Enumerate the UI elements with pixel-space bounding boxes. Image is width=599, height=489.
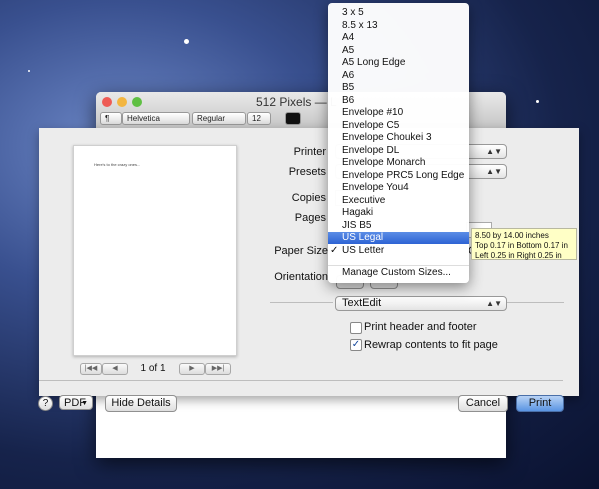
popup-arrows-icon: ▲▼ [486,299,502,308]
print-button[interactable]: Print [516,395,564,412]
help-button[interactable]: ? [38,396,53,411]
popup-arrows-icon: ▲▼ [486,147,502,156]
menu-item-label: US Letter [342,244,385,256]
menu-item-paper-size[interactable]: Envelope Monarch [328,157,469,169]
print-header-footer-checkbox[interactable] [350,322,362,334]
checkmark-icon: ✓ [330,244,339,256]
bottom-divider [39,380,563,381]
menu-item-paper-size[interactable]: Envelope DL [328,145,469,157]
menu-item-paper-size[interactable]: B5 [328,82,469,94]
copies-label: Copies [291,192,326,204]
chevron-down-icon: ▼ [81,400,88,407]
print-header-footer-label: Print header and footer [364,321,477,333]
menu-item-paper-size[interactable]: A4 [328,32,469,44]
orientation-label: Orientation [274,271,328,283]
manage-custom-sizes-item[interactable]: Manage Custom Sizes... [328,267,469,279]
menu-item-us-letter-checked[interactable]: ✓ US Letter [328,245,469,257]
star [184,39,189,44]
menu-item-paper-size[interactable]: Envelope You4 [328,182,469,194]
menu-item-paper-size[interactable]: Executive [328,195,469,207]
paper-size-label: Paper Size [274,245,328,257]
menu-item-paper-size[interactable]: Envelope #10 [328,107,469,119]
printer-label: Printer [293,146,326,158]
cancel-button[interactable]: Cancel [458,395,508,412]
menu-item-paper-size[interactable]: Envelope PRC5 Long Edge [328,170,469,182]
menu-item-paper-size[interactable]: Envelope C5 [328,120,469,132]
tooltip-margins-left-right: Left 0.25 in Right 0.25 in [475,251,562,260]
last-page-button[interactable]: ▶▶| [205,363,231,375]
window-title: 512 Pixels — L [256,95,337,109]
font-style-popup[interactable]: Regular [192,112,246,125]
paper-size-tooltip: 8.50 by 14.00 inches Top 0.17 in Bottom … [471,228,577,260]
first-page-button[interactable]: |◀◀ [80,363,102,375]
previous-page-button[interactable]: ◀ [102,363,128,375]
close-button[interactable] [102,97,112,107]
menu-separator [328,265,469,266]
hide-details-button[interactable]: Hide Details [105,395,177,412]
menu-item-paper-size[interactable]: B6 [328,95,469,107]
section-divider [270,302,333,303]
zoom-button[interactable] [132,97,142,107]
section-popup-value: TextEdit [342,297,382,309]
preview-text: Here's to the crazy ones... [94,162,141,167]
star [28,70,30,72]
paper-size-menu: 3 x 5 8.5 x 13 A4 A5 A5 Long Edge A6 B5 … [328,3,469,283]
font-size-field[interactable]: 12 [247,112,271,125]
page-indicator: 1 of 1 [140,363,166,374]
minimize-button[interactable] [117,97,127,107]
menu-item-paper-size[interactable]: JIS B5 [328,220,469,232]
menu-item-paper-size[interactable]: A5 Long Edge [328,57,469,69]
menu-item-paper-size[interactable]: 3 x 5 [328,7,469,19]
font-family-popup[interactable]: Helvetica [122,112,190,125]
print-preview: Here's to the crazy ones... [73,145,237,356]
tooltip-margins-top-bottom: Top 0.17 in Bottom 0.17 in [475,241,568,250]
menu-item-us-legal-highlighted[interactable]: US Legal [328,232,469,244]
presets-label: Presets [288,166,326,178]
menu-item-paper-size[interactable]: A6 [328,70,469,82]
menu-item-paper-size[interactable]: Hagaki [328,207,469,219]
tooltip-dimensions: 8.50 by 14.00 inches [475,231,549,240]
rewrap-contents-label: Rewrap contents to fit page [364,339,498,351]
section-divider [506,302,564,303]
star [536,100,539,103]
rewrap-contents-checkbox[interactable]: ✓ [350,339,362,351]
popup-arrows-icon: ▲▼ [486,167,502,176]
menu-item-paper-size[interactable]: 8.5 x 13 [328,20,469,32]
next-page-button[interactable]: ▶ [179,363,205,375]
menu-item-paper-size[interactable]: A5 [328,45,469,57]
pdf-button[interactable]: PDF ▼ [59,395,93,410]
paragraph-style-popup[interactable]: ¶ [100,112,122,125]
pages-label: Pages [294,212,326,224]
menu-item-paper-size[interactable]: Envelope Choukei 3 [328,132,469,144]
section-popup[interactable]: TextEdit ▲▼ [335,296,507,311]
text-color-well[interactable] [285,112,301,125]
